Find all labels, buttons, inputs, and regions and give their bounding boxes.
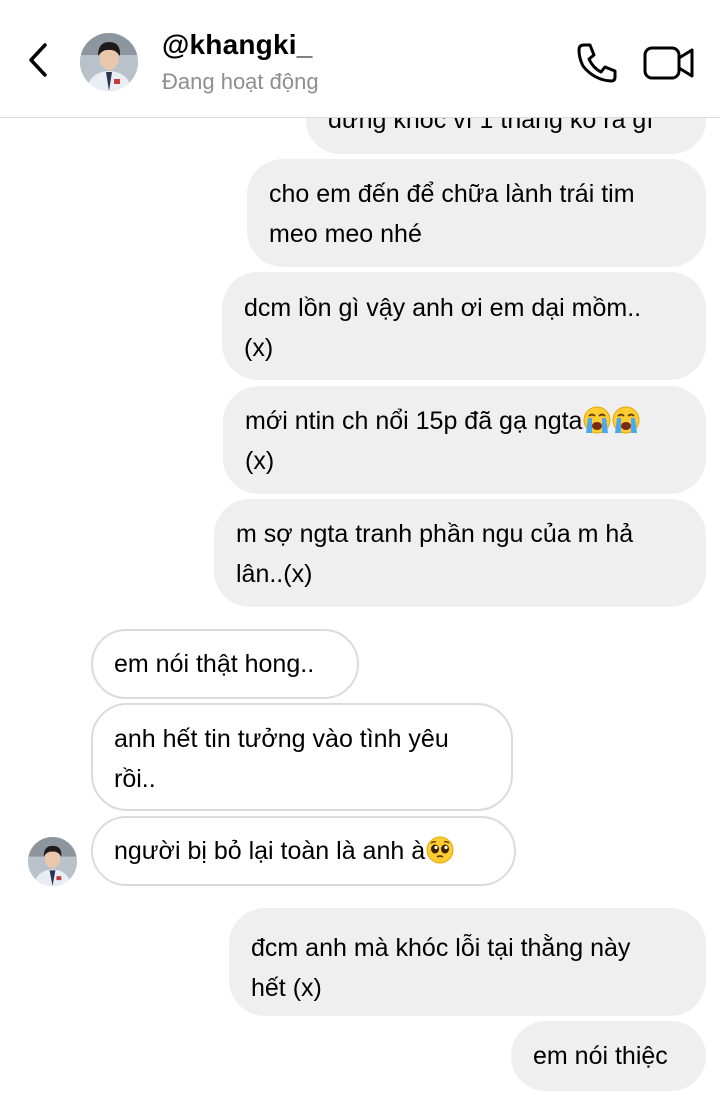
message-bubble-sent[interactable]: cho em đến để chữa lành trái tim meo meo… <box>247 159 706 267</box>
message-bubble-received[interactable]: người bị bỏ lại toàn là anh à <box>91 816 516 886</box>
message-text: dcm lồn gì vậy anh ơi em dại mồm.. <box>244 294 642 322</box>
message-text: em nói thiệc <box>533 1042 668 1070</box>
avatar[interactable] <box>28 837 77 886</box>
loudly-crying-face-icon <box>583 406 611 434</box>
message-text: anh hết tin tưởng vào tình yêu <box>114 725 449 753</box>
call-button[interactable] <box>574 40 620 86</box>
message-bubble-sent[interactable]: em nói thiệc <box>511 1021 706 1091</box>
message-bubble-received[interactable]: anh hết tin tưởng vào tình yêu rồi.. <box>91 703 513 811</box>
message-text: người bị bỏ lại toàn là anh à <box>114 837 426 865</box>
chat-header: @khangki_ Đang hoạt động <box>0 0 720 118</box>
chevron-left-icon <box>26 42 50 83</box>
message-bubble-sent[interactable]: mới ntin ch nổi 15p đã gạ ngta (x) <box>223 386 706 494</box>
pleading-face-icon <box>426 836 454 864</box>
chat-username[interactable]: @khangki_ <box>162 29 312 61</box>
message-bubble-sent[interactable]: m sợ ngta tranh phần ngu của m hả lân..(… <box>214 499 706 607</box>
message-text: em nói thật hong.. <box>114 650 315 678</box>
message-text: (x) <box>245 447 275 475</box>
message-text: hết (x) <box>251 974 322 1002</box>
avatar[interactable] <box>80 33 138 91</box>
message-text: (x) <box>244 334 274 362</box>
message-bubble-sent[interactable]: đcm anh mà khóc lỗi tại thằng này hết (x… <box>229 908 706 1016</box>
message-text: m sợ ngta tranh phần ngu của m hả <box>236 520 634 548</box>
message-text: lân..(x) <box>236 560 313 588</box>
message-bubble-received[interactable]: em nói thật hong.. <box>91 629 359 699</box>
phone-icon <box>574 43 620 90</box>
message-text: đcm anh mà khóc lỗi tại thằng này <box>251 934 631 962</box>
loudly-crying-face-icon <box>612 406 640 434</box>
active-status: Đang hoạt động <box>162 69 319 94</box>
message-text: mới ntin ch nổi 15p đã gạ ngta <box>245 407 583 435</box>
message-bubble-sent[interactable]: dcm lồn gì vậy anh ơi em dại mồm.. (x) <box>222 272 706 380</box>
message-text: cho em đến để chữa lành trái tim <box>269 180 635 208</box>
message-text: rồi.. <box>114 765 156 793</box>
message-text: meo meo nhé <box>269 220 422 248</box>
back-button[interactable] <box>18 38 58 86</box>
video-camera-icon <box>642 46 696 90</box>
video-call-button[interactable] <box>642 40 696 86</box>
